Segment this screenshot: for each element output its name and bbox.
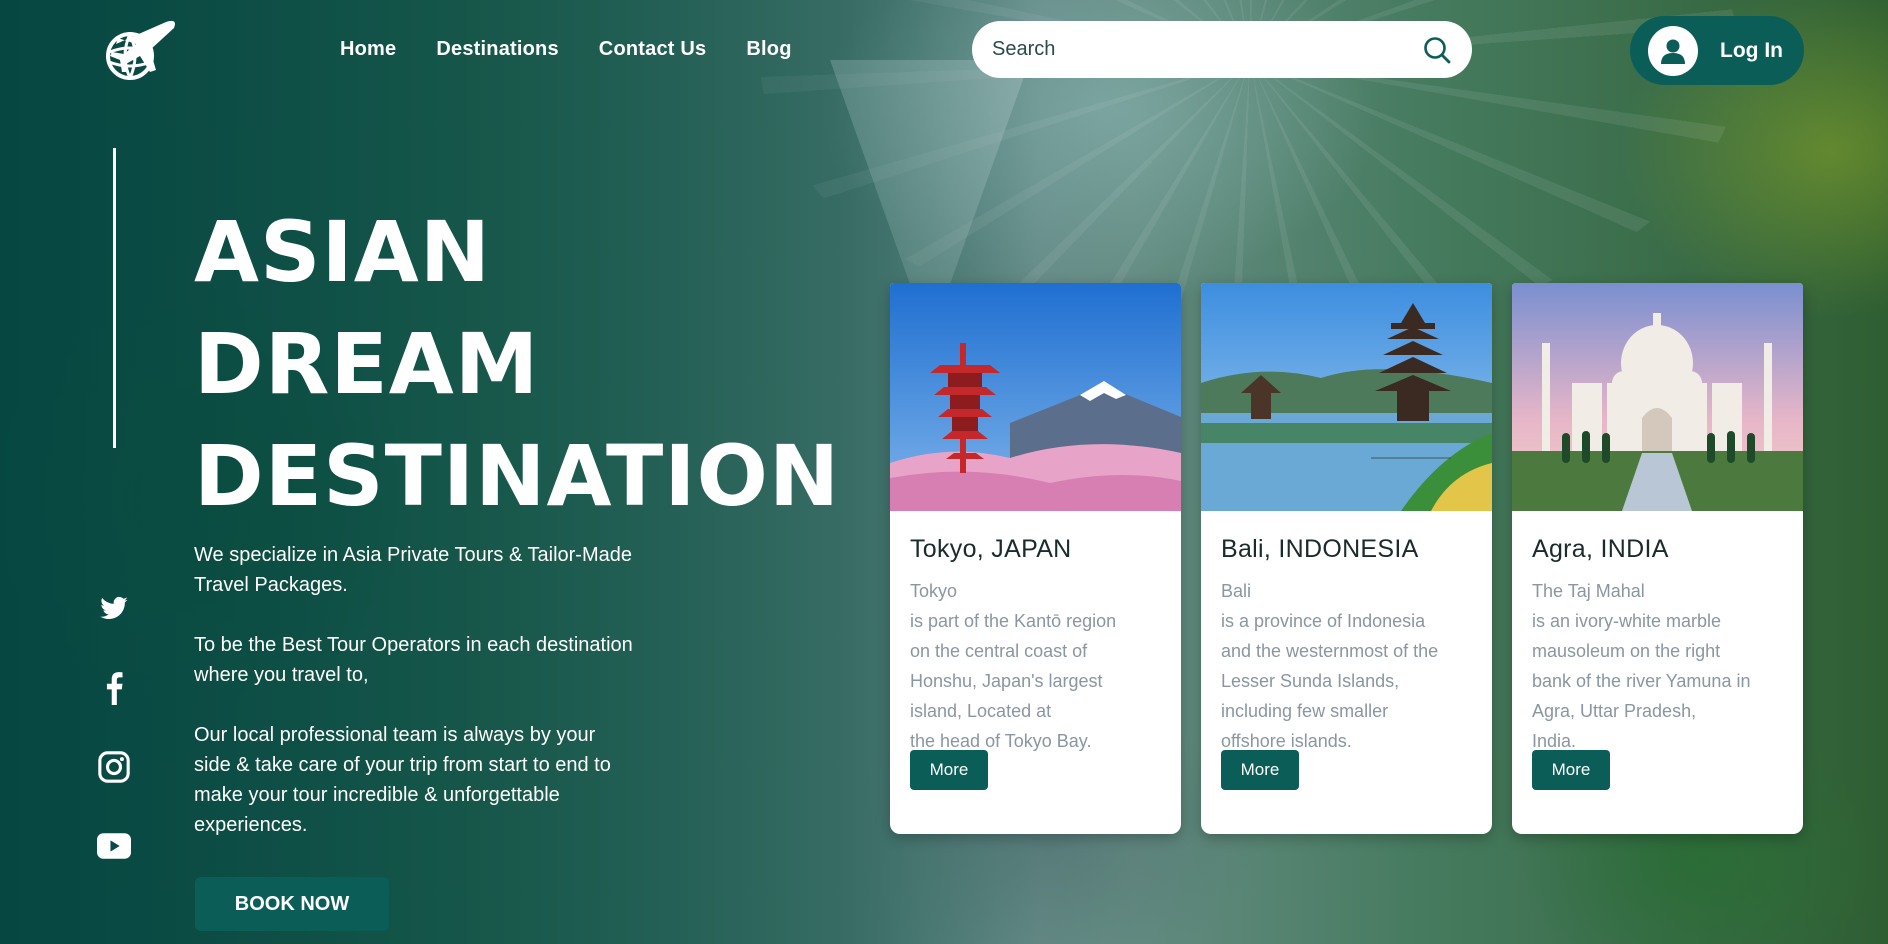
card-text-line: is a province of Indonesia <box>1221 611 1426 631</box>
login-label: Log In <box>1720 38 1783 62</box>
hero-title-line: DESTINATION <box>194 427 841 525</box>
card-text-line: The Taj Mahal <box>1532 581 1645 601</box>
card-text-line: mausoleum on the right <box>1532 641 1721 661</box>
destination-card-bali: Bali, INDONESIA Bali is a province of In… <box>1201 283 1492 834</box>
taj-mahal-image <box>1512 283 1803 511</box>
logo[interactable] <box>96 14 182 82</box>
facebook-icon[interactable] <box>96 671 132 705</box>
card-description: Tokyo is part of the Kantō region on the… <box>910 576 1161 751</box>
tokyo-pagoda-image <box>890 283 1181 511</box>
more-button-agra[interactable]: More <box>1532 750 1610 790</box>
user-avatar-icon <box>1648 25 1698 76</box>
card-text-line: is part of the Kantō region <box>910 611 1117 631</box>
more-button-tokyo[interactable]: More <box>910 750 988 790</box>
nav-destinations[interactable]: Destinations <box>436 38 558 61</box>
card-text-line: Honshu, Japan's largest <box>910 671 1103 691</box>
hero-paragraph: We specialize in Asia Private Tours & Ta… <box>194 544 632 596</box>
card-text-line: Tokyo <box>910 581 958 601</box>
card-text-line: island, Located at <box>910 701 1052 721</box>
plane-globe-icon <box>106 20 175 80</box>
book-now-button[interactable]: BOOK NOW <box>195 877 389 931</box>
decorative-divider <box>113 148 116 448</box>
nav-contact-us[interactable]: Contact Us <box>599 38 707 61</box>
twitter-icon[interactable] <box>96 592 132 626</box>
card-title: Bali, INDONESIA <box>1221 535 1419 563</box>
social-links <box>96 592 132 863</box>
bali-temple-image <box>1201 283 1492 511</box>
main-nav: Home Destinations Contact Us Blog <box>340 38 792 61</box>
card-title: Tokyo, JAPAN <box>910 535 1072 563</box>
hero-paragraph: To be the Best Tour Operators in each de… <box>194 634 633 686</box>
search-bar <box>972 21 1472 78</box>
card-text-line: Lesser Sunda Islands, <box>1221 671 1400 691</box>
card-text-line: Bali <box>1221 581 1252 601</box>
card-title: Agra, INDIA <box>1532 535 1669 563</box>
instagram-icon[interactable] <box>96 750 132 784</box>
card-text-line: is an ivory-white marble <box>1532 611 1722 631</box>
destination-card-agra: Agra, INDIA The Taj Mahal is an ivory-wh… <box>1512 283 1803 834</box>
card-description: The Taj Mahal is an ivory-white marble m… <box>1532 576 1783 751</box>
hero-description: We specialize in Asia Private Tours & Ta… <box>194 540 634 870</box>
search-input[interactable] <box>992 38 1422 61</box>
login-button[interactable]: Log In <box>1630 16 1804 85</box>
nav-blog[interactable]: Blog <box>746 38 791 61</box>
destination-cards: Tokyo, JAPAN Tokyo is part of the Kantō … <box>890 283 1803 834</box>
card-text-line: and the westernmost of the <box>1221 641 1439 661</box>
card-description: Bali is a province of Indonesia and the … <box>1221 576 1472 751</box>
card-text-line: bank of the river Yamuna in <box>1532 671 1751 691</box>
search-icon[interactable] <box>1422 35 1452 65</box>
card-text-line: including few smaller <box>1221 701 1389 721</box>
hero-title: ASIAN DREAM DESTINATION <box>194 196 894 532</box>
card-text-line: Agra, Uttar Pradesh, <box>1532 701 1697 721</box>
nav-home[interactable]: Home <box>340 38 396 61</box>
hero-title-line: DREAM <box>194 315 540 413</box>
destination-card-tokyo: Tokyo, JAPAN Tokyo is part of the Kantō … <box>890 283 1181 834</box>
card-text-line: on the central coast of <box>910 641 1088 661</box>
youtube-icon[interactable] <box>96 829 132 863</box>
hero-title-line: ASIAN <box>194 203 492 301</box>
more-button-bali[interactable]: More <box>1221 750 1299 790</box>
hero-paragraph: Our local professional team is always by… <box>194 724 611 836</box>
